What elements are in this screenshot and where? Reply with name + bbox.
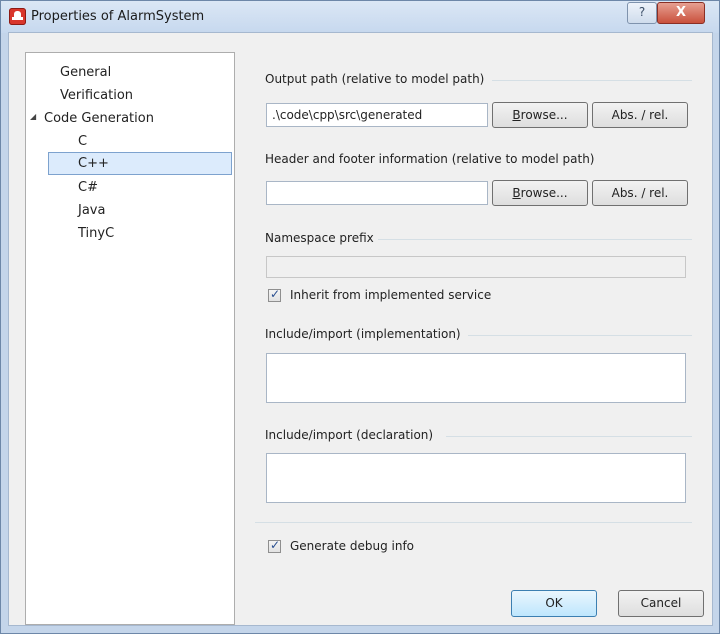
output-absrel-button[interactable]: Abs. / rel.: [592, 102, 688, 128]
cancel-button[interactable]: Cancel: [618, 590, 704, 617]
group-separator: [446, 436, 692, 437]
window-title: Properties of AlarmSystem: [31, 9, 205, 24]
tree-item-java[interactable]: Java: [78, 202, 105, 220]
header-footer-input[interactable]: [266, 181, 488, 205]
tree-item-code-generation[interactable]: Code Generation: [44, 110, 154, 128]
include-impl-label: Include/import (implementation): [265, 327, 461, 341]
app-icon: [9, 8, 26, 25]
tree-selection-highlight: [48, 152, 232, 175]
include-decl-label: Include/import (declaration): [265, 428, 434, 442]
tree-item-cpp[interactable]: C++: [78, 155, 109, 173]
tree-item-general[interactable]: General: [60, 64, 111, 82]
group-separator: [255, 522, 692, 523]
output-path-label: Output path (relative to model path): [265, 72, 485, 86]
namespace-prefix-input[interactable]: [266, 256, 686, 278]
inherit-checkbox-label: Inherit from implemented service: [290, 288, 492, 302]
group-separator: [492, 80, 692, 81]
tree-item-csharp[interactable]: C#: [78, 179, 98, 197]
include-impl-textarea[interactable]: [266, 353, 686, 403]
tree-item-tinyc[interactable]: TinyC: [78, 225, 114, 243]
inherit-checkbox[interactable]: [268, 287, 281, 302]
group-separator: [468, 335, 692, 336]
category-tree: [25, 52, 235, 625]
tree-item-verification[interactable]: Verification: [60, 87, 133, 105]
header-footer-label: Header and footer information (relative …: [265, 152, 595, 166]
close-button[interactable]: X: [657, 2, 705, 24]
tree-item-c[interactable]: C: [78, 133, 87, 151]
namespace-label: Namespace prefix: [265, 231, 374, 245]
help-button[interactable]: ?: [627, 2, 657, 24]
debug-info-label: Generate debug info: [290, 539, 415, 553]
output-browse-button[interactable]: Browse...: [492, 102, 588, 128]
output-path-input[interactable]: .\code\cpp\src\generated: [266, 103, 488, 127]
group-separator: [378, 239, 692, 240]
title-bar: Properties of AlarmSystem ? X: [1, 1, 719, 33]
ok-button[interactable]: OK: [511, 590, 597, 617]
header-browse-button[interactable]: Browse...: [492, 180, 588, 206]
header-absrel-button[interactable]: Abs. / rel.: [592, 180, 688, 206]
expand-collapse-icon[interactable]: ◢: [30, 112, 36, 121]
include-decl-textarea[interactable]: [266, 453, 686, 503]
debug-info-checkbox[interactable]: [268, 538, 281, 553]
